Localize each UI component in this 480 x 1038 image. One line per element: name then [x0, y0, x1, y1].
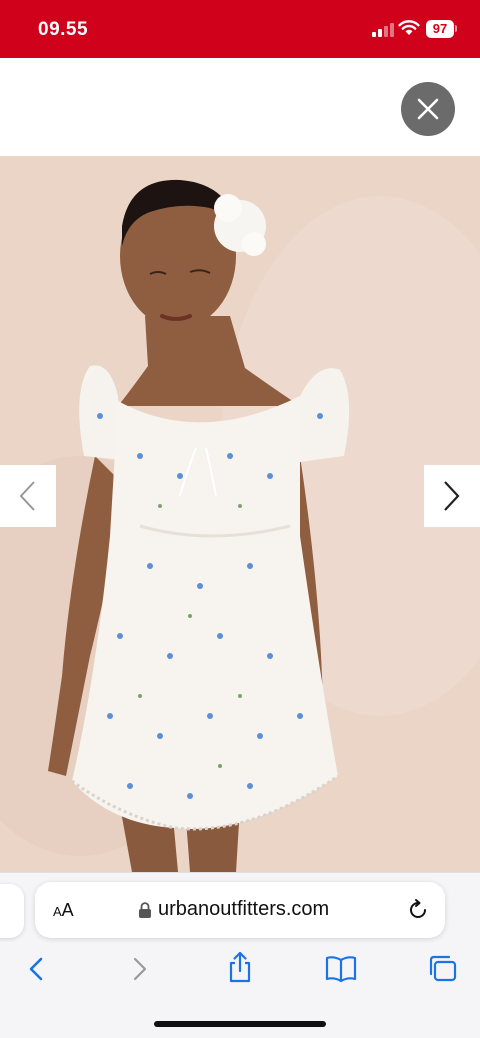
home-indicator [154, 1021, 326, 1027]
text-size-small-label: A [53, 904, 62, 919]
battery-level: 97 [432, 21, 448, 36]
battery-tip [455, 25, 457, 32]
close-button[interactable] [401, 82, 455, 136]
tabs-icon[interactable] [427, 954, 459, 984]
forward-icon[interactable] [130, 956, 150, 982]
close-icon [417, 98, 439, 120]
model-illustration [0, 156, 480, 872]
previous-tab-preview[interactable] [0, 884, 24, 938]
reload-icon[interactable] [406, 898, 430, 922]
share-icon[interactable] [226, 950, 254, 984]
status-time: 09.55 [38, 19, 89, 40]
text-size-large-label: A [61, 900, 74, 920]
status-bar: 09.55 97 [0, 0, 480, 58]
url-text[interactable]: urbanoutfitters.com [158, 898, 329, 921]
back-icon[interactable] [26, 956, 46, 982]
chevron-right-icon [444, 481, 460, 511]
lock-icon [139, 902, 151, 918]
next-image-button[interactable] [424, 465, 480, 527]
wifi-icon [398, 20, 420, 35]
product-photo [0, 156, 480, 872]
page-settings-button[interactable]: AA [53, 900, 74, 921]
battery-icon: 97 [426, 20, 454, 38]
bookmarks-icon[interactable] [324, 955, 358, 983]
chevron-left-icon [19, 481, 35, 511]
previous-image-button[interactable] [0, 465, 56, 527]
cellular-signal-icon [372, 21, 394, 37]
